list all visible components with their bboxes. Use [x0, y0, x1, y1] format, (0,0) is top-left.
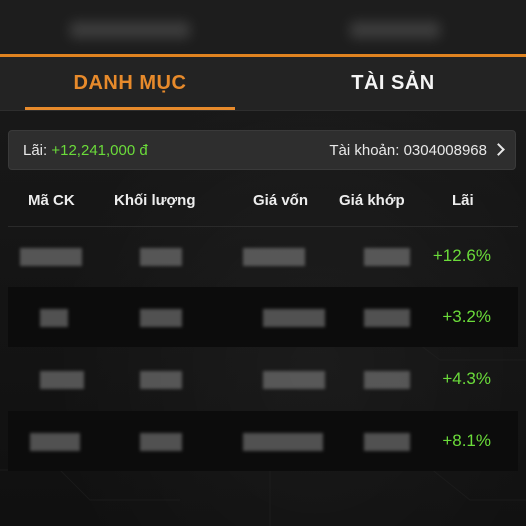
blurred-match-price — [364, 371, 410, 389]
blurred-volume — [140, 371, 182, 389]
active-tab-indicator — [25, 107, 235, 110]
blurred-symbol — [40, 309, 68, 327]
tab-tai-san[interactable]: TÀI SẢN — [288, 57, 498, 110]
blurred-volume — [140, 433, 182, 451]
row-profit: +12.6% — [432, 246, 491, 265]
column-header-lai: Lãi — [452, 192, 474, 209]
table-row[interactable]: +4.3% — [8, 349, 518, 409]
blurred-cost-price — [263, 371, 325, 389]
profit-label: Lãi: — [23, 142, 52, 159]
account-number: Tài khoản: 0304008968 — [329, 142, 487, 159]
chevron-right-icon[interactable] — [492, 143, 505, 156]
blurred-match-price — [364, 433, 410, 451]
blurred-match-price — [364, 248, 410, 266]
blurred-cost-price — [263, 309, 325, 327]
blurred-symbol — [40, 371, 84, 389]
column-header-ma-ck: Mã CK — [28, 192, 75, 209]
table-row[interactable]: +8.1% — [8, 411, 518, 471]
row-profit: +4.3% — [442, 369, 491, 388]
blurred-title-left — [70, 22, 190, 38]
tab-bar: DANH MỤC TÀI SẢN — [0, 57, 526, 111]
column-header-gia-von: Giá vốn — [253, 192, 309, 209]
blurred-cost-price — [243, 248, 305, 266]
blurred-match-price — [364, 309, 410, 327]
blurred-symbol — [30, 433, 80, 451]
row-profit: +3.2% — [442, 307, 491, 326]
top-bar — [0, 0, 526, 57]
table-row[interactable]: +3.2% — [8, 287, 518, 347]
table-row[interactable]: +12.6% — [8, 226, 518, 286]
account-summary-bar[interactable]: Lãi: +12,241,000 đ Tài khoản: 0304008968 — [8, 130, 516, 170]
row-profit: +8.1% — [442, 431, 491, 450]
blurred-title-right — [350, 22, 440, 38]
tab-danh-muc[interactable]: DANH MỤC — [25, 57, 235, 110]
total-profit: Lãi: +12,241,000 đ — [23, 142, 148, 159]
column-header-khoi-luong: Khối lượng — [114, 192, 196, 209]
profit-value: +12,241,000 đ — [51, 142, 148, 159]
blurred-volume — [140, 309, 182, 327]
blurred-symbol — [20, 248, 82, 266]
blurred-cost-price — [243, 433, 323, 451]
column-header-gia-khop: Giá khớp — [339, 192, 405, 209]
blurred-volume — [140, 248, 182, 266]
